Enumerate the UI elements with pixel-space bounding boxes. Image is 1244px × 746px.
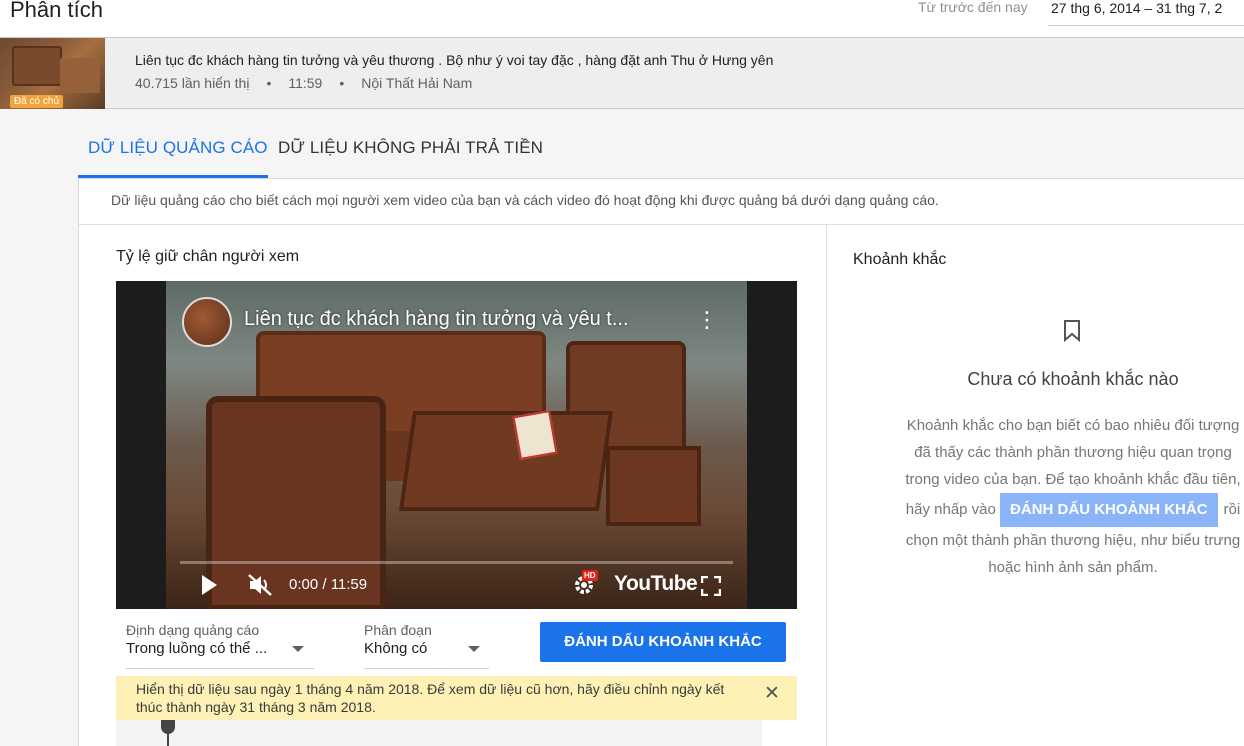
moments-title: Khoảnh khắc	[853, 251, 947, 268]
segment-label: Phân đoạn	[364, 622, 432, 638]
video-views: 40.715 lần hiển thị	[135, 75, 250, 91]
frame-stool	[606, 446, 701, 526]
divider	[79, 224, 1244, 225]
video-summary: Đã có chủ Liên tục đc khách hàng tin tưở…	[0, 37, 1244, 109]
segment-underline	[364, 668, 489, 669]
empty-moments-title: Chưa có khoảnh khắc nào	[967, 369, 1179, 389]
ad-format-label: Định dạng quảng cáo	[126, 622, 260, 638]
ad-format-select[interactable]: Trong luồng có thể ...	[126, 640, 267, 657]
ad-format-underline	[126, 668, 314, 669]
video-channel: Nội Thất Hải Nam	[361, 75, 473, 91]
thumbnail-furniture-2	[60, 58, 100, 93]
youtube-logo[interactable]: YouTube	[614, 572, 698, 596]
video-duration: 11:59	[288, 75, 323, 91]
retention-title: Tỷ lệ giữ chân người xem	[116, 248, 300, 265]
playback-time: 0:00 / 11:59	[289, 576, 368, 593]
player-title[interactable]: Liên tục đc khách hàng tin tưởng và yêu …	[244, 308, 629, 331]
mark-moment-button[interactable]: ĐÁNH DẤU KHOẢNH KHẮC	[540, 622, 786, 662]
video-player[interactable]: Liên tục đc khách hàng tin tưởng và yêu …	[116, 281, 797, 609]
meta-separator: •	[266, 75, 272, 91]
chart-marker-line	[167, 732, 169, 746]
ownership-badge: Đã có chủ	[10, 95, 64, 108]
tab-organic-data[interactable]: DỮ LIỆU KHÔNG PHẢI TRẢ TIỀN	[278, 138, 543, 158]
channel-avatar[interactable]	[182, 297, 232, 347]
video-meta: 40.715 lần hiển thị • 11:59 • Nội Thất Hải N…	[135, 75, 472, 91]
fullscreen-icon[interactable]	[701, 576, 721, 596]
card-description: Dữ liệu quảng cáo cho biết cách mọi ngườ…	[111, 192, 939, 208]
progress-bar[interactable]	[180, 561, 733, 564]
chevron-down-icon[interactable]	[292, 646, 304, 652]
mark-moment-inline-button[interactable]: ĐÁNH DẤU KHOẢNH KHẮC	[1000, 493, 1218, 527]
thumbnail-furniture-1	[12, 46, 62, 86]
play-icon[interactable]	[202, 575, 217, 595]
column-divider	[826, 225, 827, 746]
frame-price-tag	[512, 410, 558, 460]
date-notice: Hiển thị dữ liệu sau ngày 1 tháng 4 năm …	[116, 676, 797, 720]
date-range-label: Từ trước đến nay	[918, 0, 1028, 15]
close-icon[interactable]: ✕	[764, 682, 780, 705]
notice-text: Hiển thị dữ liệu sau ngày 1 tháng 4 năm …	[136, 681, 725, 715]
mute-icon[interactable]	[247, 573, 273, 597]
bookmark-icon	[1064, 320, 1080, 342]
segment-select[interactable]: Không có	[364, 640, 427, 657]
video-title[interactable]: Liên tục đc khách hàng tin tưởng và yêu …	[135, 52, 773, 68]
page-title: Phân tích	[10, 0, 103, 22]
retention-chart[interactable]	[116, 720, 797, 746]
tab-ad-data[interactable]: DỮ LIỆU QUẢNG CÁO	[88, 138, 268, 158]
frame-table	[398, 411, 614, 511]
empty-moments-description: Khoảnh khắc cho bạn biết có bao nhiêu đố…	[900, 412, 1244, 581]
video-thumbnail[interactable]: Đã có chủ	[0, 38, 105, 109]
more-vert-icon[interactable]: ⋮	[696, 307, 718, 333]
meta-separator: •	[339, 75, 345, 91]
chevron-down-icon[interactable]	[468, 646, 480, 652]
date-range-picker[interactable]: 27 thg 6, 2014 – 31 thg 7, 2	[1048, 0, 1244, 26]
header-bar: Phân tích Từ trước đến nay 27 thg 6, 201…	[0, 0, 1244, 37]
chart-edge	[762, 720, 797, 746]
hd-badge: HD	[582, 570, 598, 581]
